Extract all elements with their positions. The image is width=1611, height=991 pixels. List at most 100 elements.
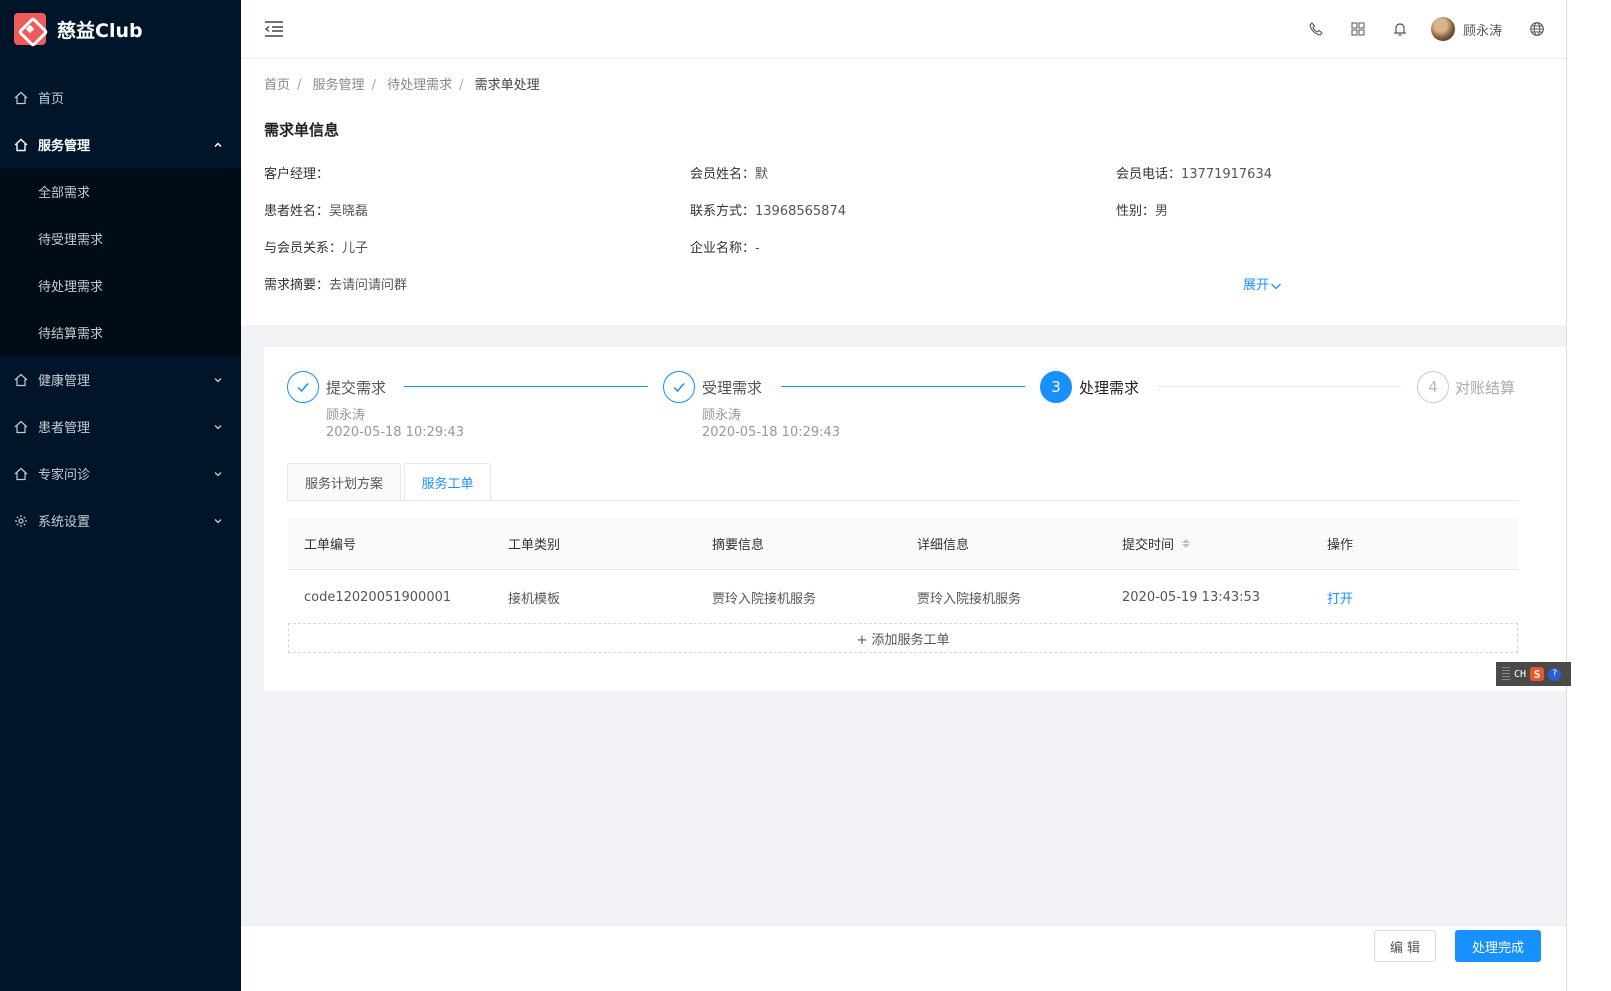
sidebar-item-expert-consult[interactable]: 专家问诊: [0, 450, 241, 497]
cell-code: code12020051900001: [304, 589, 452, 605]
grid-icon[interactable]: [1350, 21, 1366, 37]
step-1-title: 提交需求: [326, 379, 387, 397]
column-header-sortable[interactable]: 提交时间: [1122, 518, 1191, 569]
sidebar-item-all-requests[interactable]: 全部需求: [0, 168, 241, 215]
sidebar-item-label: 服务管理: [38, 139, 91, 154]
bottom-area: [241, 965, 1566, 991]
app-name: 慈益Club: [57, 19, 143, 42]
breadcrumb-pending-process[interactable]: 待处理需求: [387, 78, 452, 93]
step-1-user: 顾永涛: [326, 408, 366, 423]
chevron-down-icon: [1271, 283, 1281, 289]
ime-language[interactable]: CH: [1514, 669, 1526, 680]
sidebar-item-label: 首页: [38, 92, 65, 107]
sidebar-item-label: 全部需求: [38, 186, 91, 201]
field-company: 企业名称：-: [690, 241, 760, 256]
sort-icon[interactable]: [1182, 539, 1191, 548]
logo-icon: [14, 13, 46, 45]
bell-icon[interactable]: [1392, 21, 1408, 37]
home-icon: [14, 420, 28, 434]
home-icon: [14, 91, 28, 105]
step-connector: [781, 386, 1025, 387]
tab-service-plan[interactable]: 服务计划方案: [287, 463, 401, 501]
step-connector: [404, 386, 648, 387]
gear-icon: [14, 514, 28, 528]
home-icon: [14, 373, 28, 387]
service-submenu: 全部需求 待受理需求 待处理需求 待结算需求: [0, 168, 241, 356]
edit-button[interactable]: 编 辑: [1374, 930, 1436, 962]
column-header: 工单编号: [304, 538, 357, 553]
info-section: 首页 / 服务管理 / 待处理需求 / 需求单处理 需求单信息 客户经理： 会员姓名：…: [241, 59, 1566, 325]
step-3-number: 3: [1040, 371, 1072, 403]
complete-button[interactable]: 处理完成: [1455, 930, 1541, 962]
field-member-phone: 会员电话：13771917634: [1116, 167, 1272, 182]
header-actions: 顾永涛: [1295, 17, 1558, 41]
step-4-title: 对账结算: [1455, 379, 1516, 397]
chevron-down-icon: [214, 424, 222, 429]
open-link[interactable]: 打开: [1327, 571, 1353, 623]
globe-icon[interactable]: [1529, 21, 1545, 37]
sidebar-menu: 首页 服务管理 全部需求 待受理需求 待处理需求 待结算需求 健康管理 患者管理…: [0, 74, 241, 544]
chevron-down-icon: [214, 518, 222, 523]
avatar[interactable]: [1430, 17, 1455, 41]
logo[interactable]: 慈益Club: [0, 0, 241, 58]
chevron-down-icon: [214, 377, 222, 382]
sidebar-item-label: 患者管理: [38, 421, 91, 436]
cell-time: 2020-05-19 13:43:53: [1122, 589, 1261, 605]
step-1-check-icon: [287, 371, 319, 403]
table-header: 工单编号 工单类别 摘要信息 详细信息 提交时间 操作: [288, 518, 1518, 570]
chevron-down-icon: [214, 471, 222, 476]
step-2-user: 顾永涛: [702, 408, 742, 423]
ime-toolbar[interactable]: CH S ?: [1496, 662, 1571, 686]
field-account-manager: 客户经理：: [264, 167, 330, 182]
sidebar-item-health-management[interactable]: 健康管理: [0, 356, 241, 403]
step-1-time: 2020-05-18 10:29:43: [326, 425, 465, 440]
sidebar-item-label: 待结算需求: [38, 327, 104, 342]
help-icon[interactable]: ?: [1548, 667, 1562, 681]
cell-summary: 贾玲入院接机服务: [712, 591, 817, 607]
step-2-time: 2020-05-18 10:29:43: [702, 425, 841, 440]
column-header: 详细信息: [917, 538, 970, 553]
sidebar-item-label: 待受理需求: [38, 233, 104, 248]
page-title: 需求单信息: [264, 121, 340, 139]
field-summary: 需求摘要：去请问请问群: [264, 278, 408, 293]
table-row: code12020051900001 接机模板 贾玲入院接机服务 贾玲入院接机服…: [288, 571, 1518, 623]
sidebar-item-pending-accept[interactable]: 待受理需求: [0, 215, 241, 262]
sidebar-item-label: 系统设置: [38, 515, 91, 530]
sidebar-item-home[interactable]: 首页: [0, 74, 241, 121]
add-work-order-button[interactable]: + 添加服务工单: [288, 623, 1518, 653]
field-contact: 联系方式：13968565874: [690, 204, 846, 219]
username[interactable]: 顾永涛: [1463, 20, 1502, 39]
sidebar-item-label: 待处理需求: [38, 280, 104, 295]
expand-link[interactable]: 展开: [1243, 274, 1282, 293]
breadcrumb: 首页 / 服务管理 / 待处理需求 / 需求单处理: [264, 78, 540, 93]
grip-icon[interactable]: [1502, 667, 1510, 681]
step-2-title: 受理需求: [702, 379, 763, 397]
breadcrumb-home[interactable]: 首页: [264, 78, 290, 93]
step-4-number: 4: [1417, 371, 1449, 403]
step-connector: [1157, 386, 1401, 387]
tab-divider: [288, 500, 1518, 501]
home-icon: [14, 467, 28, 481]
cell-detail: 贾玲入院接机服务: [917, 591, 1022, 607]
sidebar-item-system-settings[interactable]: 系统设置: [0, 497, 241, 544]
sogou-logo-icon[interactable]: S: [1530, 667, 1545, 681]
sidebar-item-patient-management[interactable]: 患者管理: [0, 403, 241, 450]
column-header: 工单类别: [508, 538, 561, 553]
sidebar-item-pending-settle[interactable]: 待结算需求: [0, 309, 241, 356]
tab-service-orders[interactable]: 服务工单: [404, 463, 491, 501]
chevron-up-icon: [214, 141, 222, 147]
sidebar-item-pending-process[interactable]: 待处理需求: [0, 262, 241, 309]
sidebar-item-service-management[interactable]: 服务管理: [0, 121, 241, 168]
phone-icon[interactable]: [1308, 21, 1324, 37]
scrollbar[interactable]: [1566, 0, 1611, 991]
menu-fold-icon[interactable]: [264, 20, 284, 38]
sidebar-item-label: 健康管理: [38, 374, 91, 389]
top-header: 顾永涛: [241, 0, 1566, 59]
field-patient-name: 患者姓名：吴晓磊: [264, 204, 369, 219]
sidebar-item-label: 专家问诊: [38, 468, 91, 483]
footer-bar: 编 辑 处理完成: [241, 925, 1566, 965]
column-header: 操作: [1327, 538, 1354, 553]
column-header: 摘要信息: [712, 538, 765, 553]
breadcrumb-service-management[interactable]: 服务管理: [313, 78, 365, 93]
sidebar: 慈益Club 首页 服务管理 全部需求 待受理需求 待处理需求 待结算需求 健康…: [0, 0, 241, 991]
